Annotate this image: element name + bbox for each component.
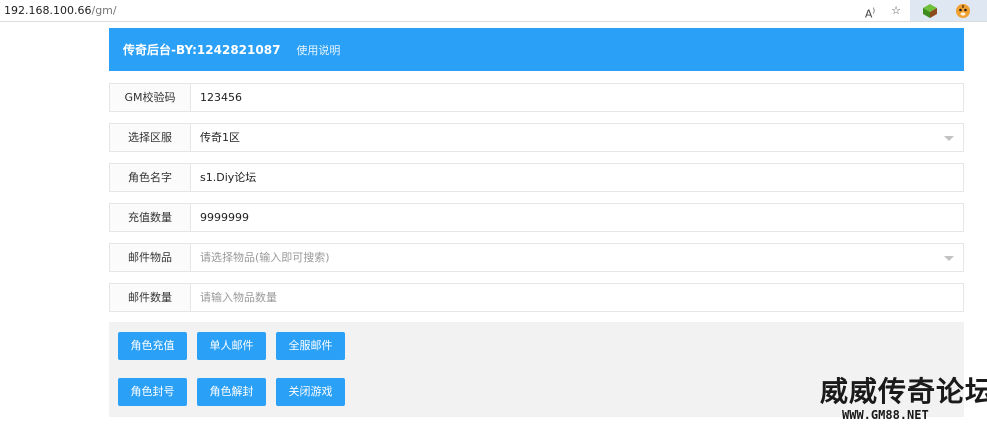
watermark-text: 威威传奇论坛 xyxy=(820,375,987,408)
recharge-amount-label: 充值数量 xyxy=(110,204,191,231)
browser-address-bar: 192.168.100.66/gm/ A) ☆ xyxy=(0,0,987,22)
recharge-amount-row: 充值数量 9999999 xyxy=(109,203,964,232)
gm-code-input[interactable]: 123456 xyxy=(191,84,963,111)
url-host: 192.168.100.66 xyxy=(4,4,92,17)
server-label: 选择区服 xyxy=(110,124,191,151)
recharge-amount-input[interactable]: 9999999 xyxy=(191,204,963,231)
role-recharge-button[interactable]: 角色充值 xyxy=(118,332,187,360)
gm-code-label: GM校验码 xyxy=(110,84,191,111)
read-aloud-icon[interactable]: A) xyxy=(862,3,878,21)
mail-item-row: 邮件物品 请选择物品(输入即可搜索) xyxy=(109,243,964,272)
mail-item-select[interactable]: 请选择物品(输入即可搜索) xyxy=(191,244,963,271)
extension-cube-icon[interactable] xyxy=(922,3,938,19)
role-name-input[interactable]: s1.Diy论坛 xyxy=(191,164,963,191)
unban-role-button[interactable]: 角色解封 xyxy=(197,378,266,406)
mail-quantity-row: 邮件数量 请输入物品数量 xyxy=(109,283,964,312)
extension-tiger-icon[interactable] xyxy=(955,3,971,19)
mail-quantity-label: 邮件数量 xyxy=(110,284,191,311)
help-link[interactable]: 使用说明 xyxy=(296,42,340,58)
single-mail-button[interactable]: 单人邮件 xyxy=(197,332,266,360)
ban-role-button[interactable]: 角色封号 xyxy=(118,378,187,406)
watermark-domain: WWW.GM88.NET xyxy=(842,408,929,422)
role-name-row: 角色名字 s1.Diy论坛 xyxy=(109,163,964,192)
add-favorite-icon[interactable]: ☆ xyxy=(888,3,904,19)
server-select[interactable]: 传奇1区 xyxy=(191,124,963,151)
watermark: 威威传奇论坛 WWW.GM88.NET xyxy=(820,376,987,431)
role-name-label: 角色名字 xyxy=(110,164,191,191)
chevron-down-icon xyxy=(944,136,954,141)
chevron-down-icon xyxy=(944,256,954,261)
mail-item-label: 邮件物品 xyxy=(110,244,191,271)
mail-item-placeholder: 请选择物品(输入即可搜索) xyxy=(200,251,330,264)
url-field[interactable]: 192.168.100.66/gm/ xyxy=(4,4,117,17)
gm-code-row: GM校验码 123456 xyxy=(109,83,964,112)
server-mail-button[interactable]: 全服邮件 xyxy=(276,332,345,360)
url-path: /gm/ xyxy=(91,4,117,17)
mail-quantity-input[interactable]: 请输入物品数量 xyxy=(191,284,963,311)
extensions-area xyxy=(910,0,987,21)
close-game-button[interactable]: 关闭游戏 xyxy=(276,378,345,406)
app-header: 传奇后台-BY:1242821087 使用说明 xyxy=(109,28,964,71)
app-title: 传奇后台-BY:1242821087 xyxy=(123,43,281,57)
server-row: 选择区服 传奇1区 xyxy=(109,123,964,152)
server-select-value: 传奇1区 xyxy=(200,131,240,144)
